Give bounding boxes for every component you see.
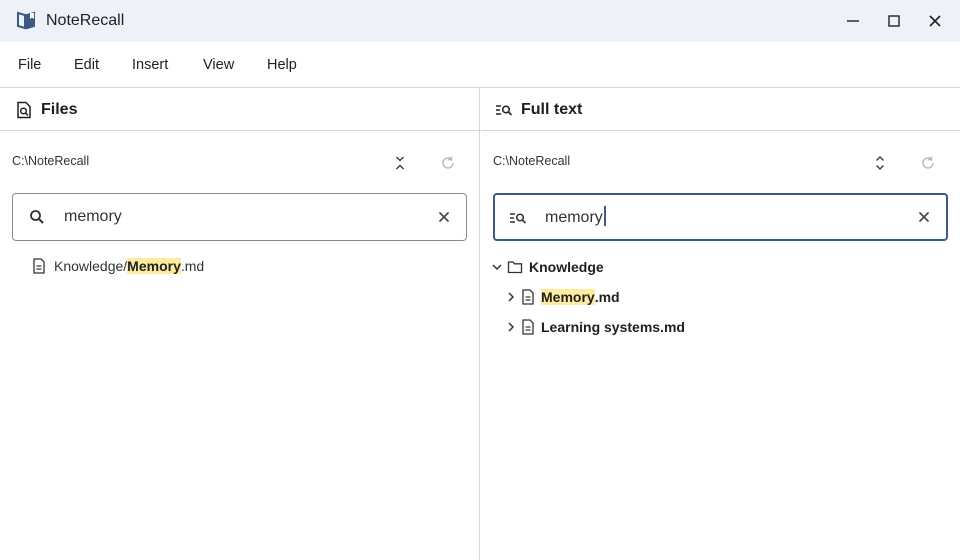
close-button[interactable]: [915, 0, 955, 42]
tree-file-memory[interactable]: Memory .md: [505, 289, 620, 305]
fulltext-path: C:\NoteRecall: [493, 154, 571, 168]
menu-bar: File Edit Insert View Help: [0, 42, 960, 88]
tree-folder-knowledge[interactable]: Knowledge: [491, 259, 604, 275]
close-icon: [929, 15, 941, 27]
tree-folder-label: Knowledge: [529, 259, 604, 275]
refresh-icon: [442, 156, 454, 169]
files-path: C:\NoteRecall: [12, 154, 90, 168]
menu-help[interactable]: Help: [267, 57, 297, 73]
expand-all-button[interactable]: [870, 153, 890, 173]
refresh-icon: [922, 156, 934, 169]
files-search-input[interactable]: [64, 206, 424, 228]
menu-insert[interactable]: Insert: [132, 57, 168, 73]
app-title: NoteRecall: [46, 12, 125, 29]
fulltext-search-box[interactable]: memory: [493, 193, 948, 241]
fulltext-pane-title: Full text: [521, 101, 583, 118]
fulltext-pane: Full text C:\NoteRecall memory Knowledge…: [481, 88, 960, 560]
files-pane: Files C:\NoteRecall Knowledge/Memory.md: [0, 88, 480, 560]
file-result-suffix: .md: [180, 258, 205, 274]
menu-file[interactable]: File: [18, 57, 41, 73]
collapse-icon: [395, 156, 405, 170]
clear-search-icon[interactable]: [436, 209, 452, 225]
chevron-right-icon: [508, 322, 515, 332]
file-result-highlight: Memory: [127, 258, 181, 274]
refresh-files-button[interactable]: [438, 153, 458, 173]
file-icon: [522, 319, 534, 335]
minimize-icon: [847, 20, 859, 22]
text-search-icon: [496, 105, 513, 116]
files-search-box[interactable]: [12, 193, 467, 241]
chevron-right-icon: [508, 292, 515, 302]
chevron-down-icon: [492, 264, 502, 271]
title-bar: NoteRecall: [0, 0, 960, 42]
file-icon: [33, 258, 45, 274]
maximize-button[interactable]: [874, 0, 914, 42]
menu-edit[interactable]: Edit: [74, 57, 99, 73]
file-search-icon: [17, 101, 31, 119]
fulltext-search-value: memory: [545, 209, 603, 226]
expand-icon: [875, 155, 885, 171]
fulltext-pane-header: Full text: [481, 88, 960, 131]
file-result-item[interactable]: Knowledge/Memory .md: [32, 258, 204, 274]
menu-view[interactable]: View: [203, 57, 234, 73]
files-pane-title: Files: [41, 101, 78, 118]
collapse-all-button[interactable]: [390, 153, 410, 173]
folder-icon: [507, 261, 523, 274]
text-search-icon: [510, 213, 527, 224]
clear-search-icon[interactable]: [916, 209, 932, 225]
file-result-prefix: Knowledge/: [54, 258, 128, 274]
tree-file-learning-systems[interactable]: Learning systems.md: [505, 319, 685, 335]
text-caret: [603, 206, 606, 226]
maximize-icon: [888, 15, 900, 27]
refresh-fulltext-button[interactable]: [918, 153, 938, 173]
app-logo-icon: [17, 11, 35, 30]
fulltext-search-input[interactable]: memory: [545, 206, 885, 228]
files-pane-header: Files: [0, 88, 479, 131]
tree-file-highlight: Memory: [541, 289, 595, 305]
search-icon: [30, 210, 44, 224]
file-icon: [522, 289, 534, 305]
minimize-button[interactable]: [833, 0, 873, 42]
tree-file-suffix: .md: [594, 289, 620, 305]
tree-file-label: Learning systems.md: [541, 319, 685, 335]
